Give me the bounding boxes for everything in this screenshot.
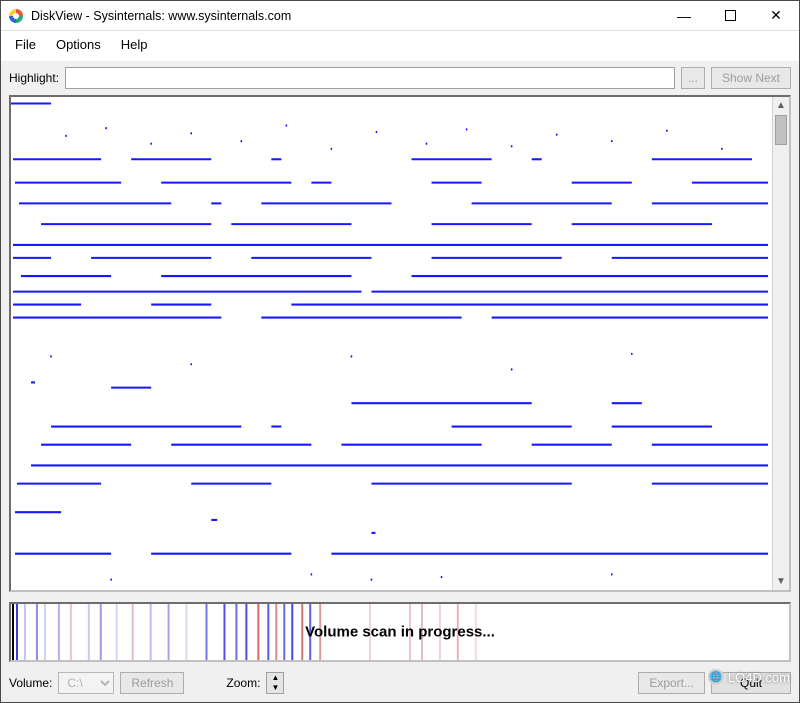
quit-button[interactable]: Quit <box>711 672 791 694</box>
zoom-stepper[interactable]: ▲ ▼ <box>266 672 284 694</box>
refresh-button[interactable]: Refresh <box>120 672 184 694</box>
main-window: DiskView - Sysinternals: www.sysinternal… <box>0 0 800 703</box>
scroll-up-icon[interactable]: ▲ <box>773 97 789 114</box>
close-icon: ✕ <box>770 7 782 24</box>
highlight-input[interactable] <box>65 67 675 89</box>
zoom-label: Zoom: <box>226 676 260 690</box>
zoom-down-icon[interactable]: ▼ <box>267 683 283 693</box>
show-next-button[interactable]: Show Next <box>711 67 791 89</box>
diskmap-canvas[interactable] <box>11 97 772 590</box>
diskmap-scrollbar[interactable]: ▲ ▼ <box>772 97 789 590</box>
maximize-button[interactable] <box>707 1 753 31</box>
app-icon <box>7 7 25 25</box>
overview-status-text: Volume scan in progress... <box>11 624 789 641</box>
menu-file[interactable]: File <box>5 33 46 56</box>
highlight-row: Highlight: ... Show Next <box>9 67 791 89</box>
menu-options[interactable]: Options <box>46 33 111 56</box>
export-button[interactable]: Export... <box>638 672 705 694</box>
minimize-icon: — <box>677 8 691 24</box>
bottom-toolbar: Volume: C:\ Refresh Zoom: ▲ ▼ Export... … <box>9 672 791 694</box>
maximize-icon <box>725 10 736 21</box>
menu-help[interactable]: Help <box>111 33 158 56</box>
diskmap-panel: ▲ ▼ <box>9 95 791 592</box>
highlight-label: Highlight: <box>9 71 59 85</box>
volume-label: Volume: <box>9 676 52 690</box>
browse-button[interactable]: ... <box>681 67 705 89</box>
scroll-down-icon[interactable]: ▼ <box>773 573 789 590</box>
titlebar: DiskView - Sysinternals: www.sysinternal… <box>1 1 799 31</box>
scroll-thumb[interactable] <box>775 115 787 145</box>
menubar: File Options Help <box>1 31 799 61</box>
client-area: Highlight: ... Show Next <box>1 61 799 702</box>
volume-select[interactable]: C:\ <box>58 672 114 694</box>
minimize-button[interactable]: — <box>661 1 707 31</box>
zoom-up-icon[interactable]: ▲ <box>267 673 283 683</box>
window-title: DiskView - Sysinternals: www.sysinternal… <box>31 9 661 23</box>
close-button[interactable]: ✕ <box>753 1 799 31</box>
overview-panel: Volume scan in progress... <box>9 602 791 662</box>
